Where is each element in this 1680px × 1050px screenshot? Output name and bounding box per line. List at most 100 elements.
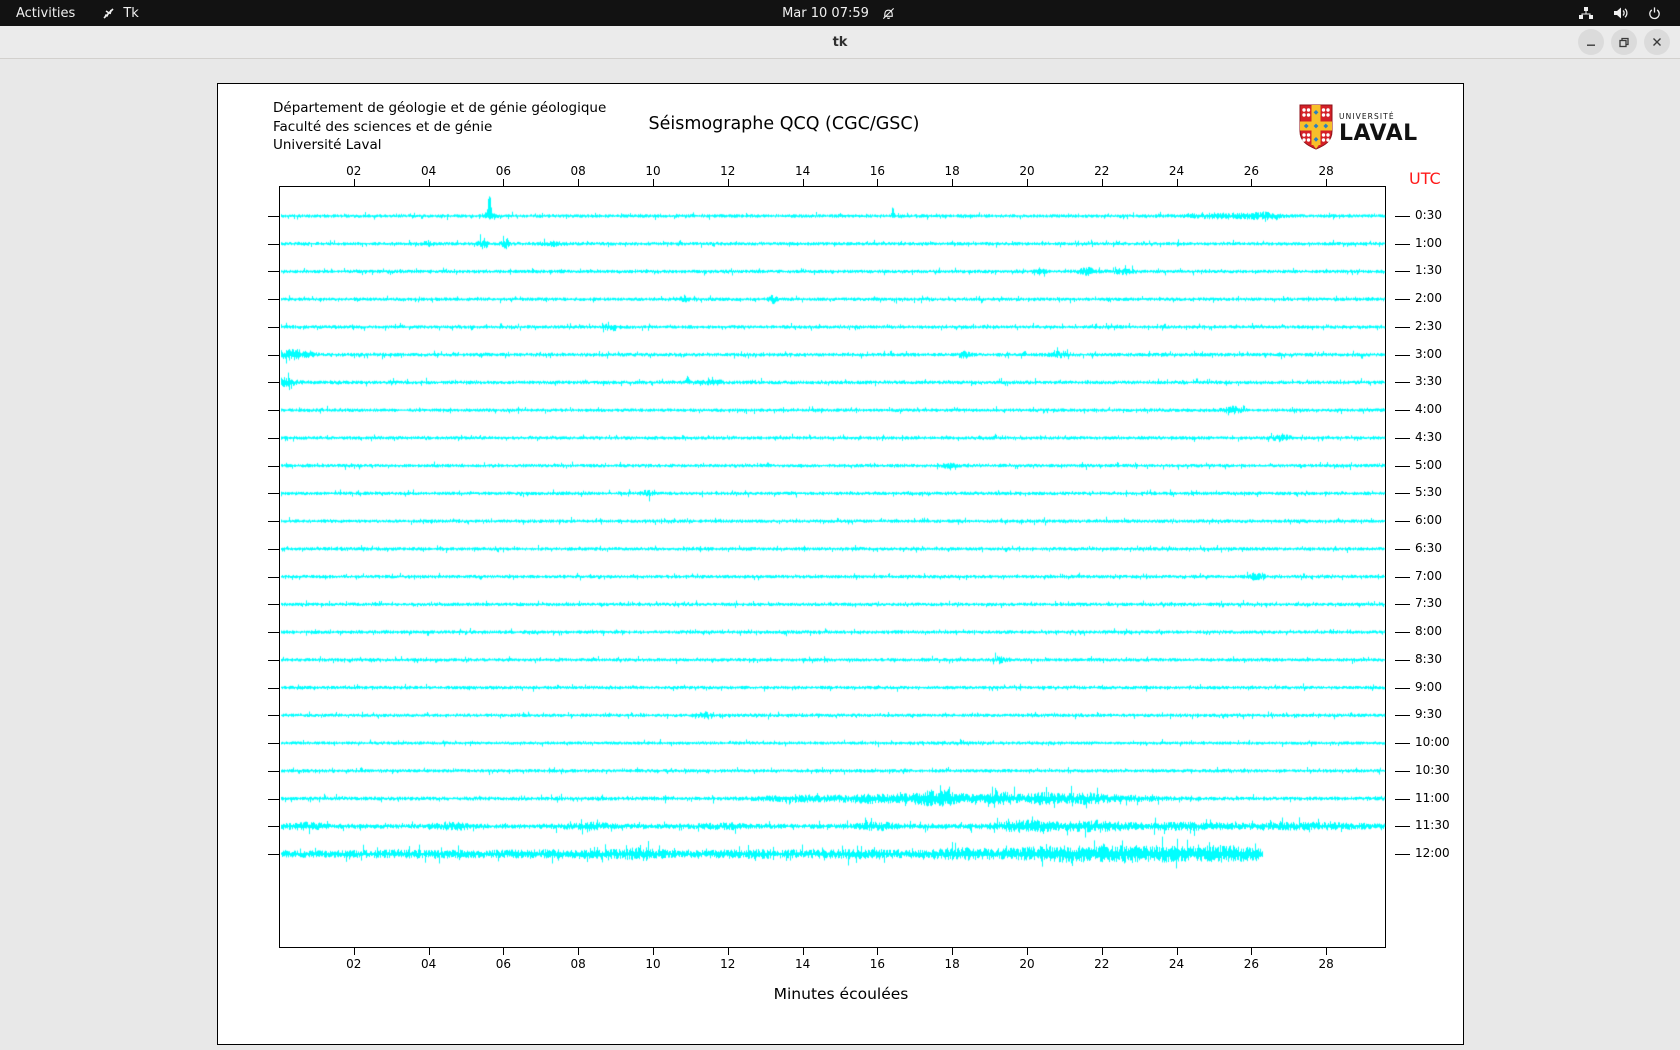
row-tick-left [268,299,279,300]
utc-row-label: 0:30 [1415,208,1442,222]
row-tick-right [1395,521,1410,522]
x-axis-tick-bottom [578,948,579,955]
x-axis-tick-label-bottom: 12 [711,957,745,971]
row-tick-right [1395,299,1410,300]
system-tray[interactable] [896,5,1680,21]
x-axis-tick-label-top: 28 [1309,164,1343,178]
x-axis-tick-label-top: 06 [486,164,520,178]
x-axis-tick-label-bottom: 28 [1309,957,1343,971]
utc-row-label: 7:30 [1415,596,1442,610]
x-axis-tick-label-top: 16 [860,164,894,178]
clock-menu[interactable]: Mar 10 07:59 [782,6,896,21]
tk-app-icon [101,6,116,21]
window-title: tk [833,35,848,50]
x-axis-tick-label-top: 14 [786,164,820,178]
utc-row-label: 4:00 [1415,402,1442,416]
laval-wordmark-top: UNIVERSITÉ [1339,113,1418,121]
chart-title: Séismographe QCQ (CGC/GSC) [649,114,920,134]
org-line-2: Faculté des sciences et de génie [273,118,606,137]
row-tick-right [1395,355,1410,356]
x-axis-tick-bottom [803,948,804,955]
row-tick-left [268,327,279,328]
x-axis-label: Minutes écoulées [774,985,909,1003]
maximize-button[interactable] [1611,29,1637,55]
x-axis-tick-label-top: 08 [561,164,595,178]
x-axis-tick-label-bottom: 16 [860,957,894,971]
laval-logo: UNIVERSITÉ LAVAL [1299,104,1418,154]
row-tick-left [268,216,279,217]
activities-button[interactable]: Activities [16,6,75,21]
x-axis-tick-label-top: 04 [412,164,446,178]
row-tick-right [1395,438,1410,439]
screen: { "topbar": { "activities_label": "Activ… [0,0,1680,1050]
org-line-1: Département de géologie et de génie géol… [273,99,606,118]
utc-row-label: 12:00 [1415,846,1450,860]
x-axis-tick-label-top: 02 [337,164,371,178]
row-tick-left [268,549,279,550]
x-axis-tick-label-top: 24 [1160,164,1194,178]
power-icon [1647,6,1662,21]
app-menu[interactable]: Tk [101,6,138,21]
row-tick-right [1395,688,1410,689]
row-tick-left [268,382,279,383]
x-axis-tick-top [1102,179,1103,186]
row-tick-left [268,466,279,467]
utc-row-label: 2:30 [1415,319,1442,333]
row-tick-left [268,743,279,744]
utc-row-label: 10:00 [1415,735,1450,749]
x-axis-tick-bottom [354,948,355,955]
x-axis-tick-label-bottom: 22 [1085,957,1119,971]
utc-row-label: 5:30 [1415,485,1442,499]
x-axis-tick-bottom [1326,948,1327,955]
row-tick-left [268,493,279,494]
row-tick-left [268,826,279,827]
seismograph-panel: Département de géologie et de génie géol… [217,83,1464,1045]
clock-label: Mar 10 07:59 [782,6,869,21]
seismogram-traces [279,186,1386,948]
x-axis-tick-label-bottom: 20 [1010,957,1044,971]
utc-row-label: 10:30 [1415,763,1450,777]
row-tick-right [1395,410,1410,411]
row-tick-left [268,715,279,716]
org-line-3: Université Laval [273,136,606,155]
row-tick-left [268,854,279,855]
row-tick-right [1395,466,1410,467]
x-axis-tick-top [653,179,654,186]
x-axis-tick-top [877,179,878,186]
utc-row-label: 3:30 [1415,374,1442,388]
utc-row-label: 8:00 [1415,624,1442,638]
minimize-button[interactable] [1578,29,1604,55]
row-tick-right [1395,493,1410,494]
row-tick-right [1395,771,1410,772]
x-axis-tick-bottom [429,948,430,955]
x-axis-tick-bottom [503,948,504,955]
row-tick-left [268,771,279,772]
x-axis-tick-top [1177,179,1178,186]
x-axis-tick-top [354,179,355,186]
x-axis-tick-bottom [1027,948,1028,955]
utc-row-label: 9:00 [1415,680,1442,694]
x-axis-tick-bottom [1177,948,1178,955]
x-axis-tick-label-top: 10 [636,164,670,178]
row-tick-left [268,660,279,661]
x-axis-tick-label-top: 18 [935,164,969,178]
x-axis-tick-top [803,179,804,186]
window-titlebar[interactable]: tk [0,26,1680,59]
x-axis-tick-bottom [653,948,654,955]
laval-shield-icon [1299,104,1333,154]
row-tick-right [1395,382,1410,383]
speaker-icon [1612,5,1629,21]
x-axis-tick-bottom [952,948,953,955]
row-tick-right [1395,216,1410,217]
row-tick-right [1395,854,1410,855]
org-address: Département de géologie et de génie géol… [273,99,606,155]
utc-row-label: 3:00 [1415,347,1442,361]
x-axis-tick-label-bottom: 04 [412,957,446,971]
top-bar: Activities Tk Mar 10 07:59 [0,0,1680,26]
x-axis-tick-top [578,179,579,186]
x-axis-tick-top [503,179,504,186]
row-tick-right [1395,604,1410,605]
close-button[interactable] [1644,29,1670,55]
x-axis-tick-top [952,179,953,186]
utc-row-label: 4:30 [1415,430,1442,444]
